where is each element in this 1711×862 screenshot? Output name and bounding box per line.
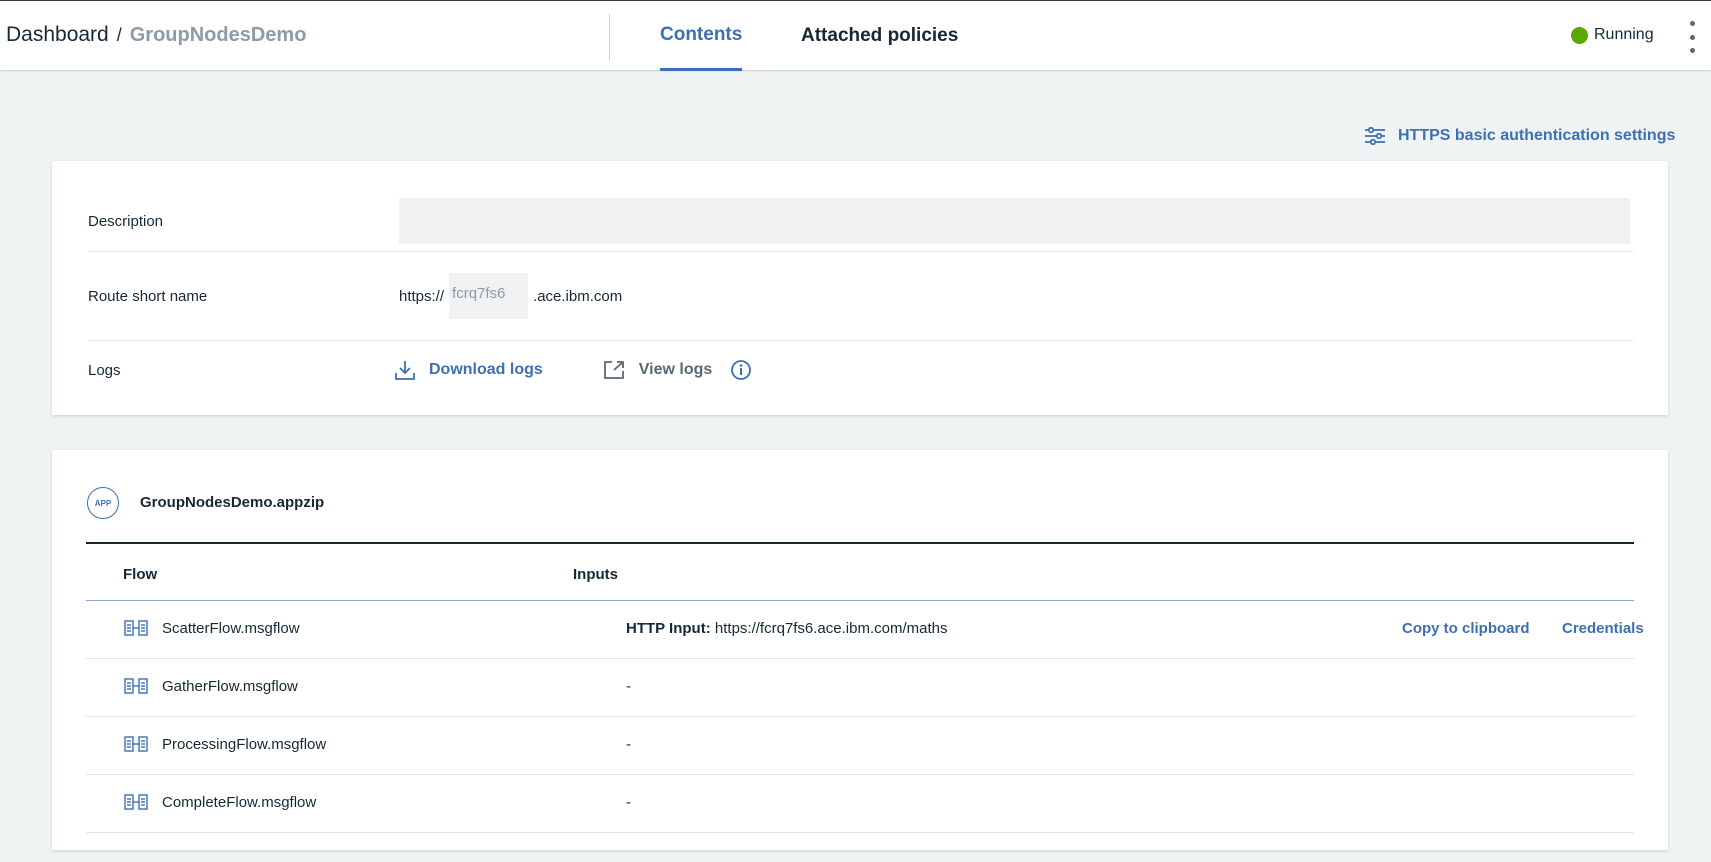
description-field[interactable] [399,198,1630,244]
status-dot-icon [1571,26,1588,44]
flow-input: - [626,794,631,811]
status-indicator: Running [1571,26,1654,44]
download-logs-label: Download logs [429,361,543,378]
route-short-name-label: Route short name [88,288,208,305]
input-url: https://fcrq7fs6.ace.ibm.com/maths [714,620,948,637]
flow-input: - [626,678,631,695]
msgflow-icon [124,678,148,698]
msgflow-icon [124,794,148,814]
https-auth-settings-label: HTTPS basic authentication settings [1398,127,1676,144]
route-short-name-field[interactable]: fcrq7fs6 [449,273,529,319]
info-icon[interactable] [730,359,752,381]
kebab-dot [1689,34,1695,40]
status-label: Running [1594,26,1654,43]
view-logs-link[interactable]: View logs [603,360,713,380]
flow-name: ScatterFlow.msgflow [162,620,300,637]
application-card: APP GroupNodesDemo.appzip Flow Inputs Sc… [52,450,1668,850]
https-auth-settings-link[interactable]: HTTPS basic authentication settings [1364,127,1675,145]
route-suffix: .ace.ibm.com [533,287,623,305]
launch-icon [603,361,624,379]
row-divider [88,340,1633,341]
flow-name: CompleteFlow.msgflow [162,794,317,811]
table-row: ProcessingFlow.msgflow - [86,717,1634,775]
app-icon: APP [87,487,119,519]
details-card: Description Route short name https:// fc… [52,161,1668,415]
table-row: ScatterFlow.msgflow HTTP Input: https://… [86,601,1644,659]
breadcrumb: Dashboard / GroupNodesDemo [6,23,306,47]
kebab-dot [1689,48,1695,53]
row-divider [88,251,1633,252]
table-top-border [86,542,1634,544]
flow-name: ProcessingFlow.msgflow [162,736,327,753]
breadcrumb-separator: / [116,25,122,45]
tab-attached-policies[interactable]: Attached policies [801,1,958,71]
msgflow-icon [124,620,148,640]
breadcrumb-current: GroupNodesDemo [129,24,307,46]
logs-label: Logs [88,362,121,379]
route-prefix: https:// [399,287,445,305]
view-logs-label: View logs [638,361,713,378]
logs-actions: Download logs View logs [394,359,752,381]
app-name: GroupNodesDemo.appzip [140,494,325,511]
column-header-inputs: Inputs [573,566,618,583]
download-icon [395,361,415,380]
table-row: GatherFlow.msgflow - [86,659,1634,717]
kebab-dot [1689,21,1695,26]
flow-name: GatherFlow.msgflow [162,678,298,695]
top-bar: Dashboard / GroupNodesDemo Contents Atta… [0,0,1711,71]
settings-sliders-icon [1365,127,1385,145]
tab-contents[interactable]: Contents [660,1,743,71]
download-logs-link[interactable]: Download logs [394,359,543,381]
overflow-menu-button[interactable] [1688,21,1696,53]
column-header-flow: Flow [123,566,158,583]
copy-to-clipboard-button[interactable]: Copy to clipboard [1402,620,1530,637]
msgflow-icon [124,736,148,756]
flow-input: - [626,736,631,753]
table-row: CompleteFlow.msgflow - [86,775,1634,833]
input-type-label: HTTP Input: [626,620,711,637]
credentials-button[interactable]: Credentials [1562,620,1644,637]
description-label: Description [88,213,164,230]
breadcrumb-dashboard-link[interactable]: Dashboard [6,23,109,47]
header-divider [609,14,610,60]
route-short-name: https:// fcrq7fs6 .ace.ibm.com [399,273,622,319]
flow-input: HTTP Input: https://fcrq7fs6.ace.ibm.com… [626,620,947,637]
